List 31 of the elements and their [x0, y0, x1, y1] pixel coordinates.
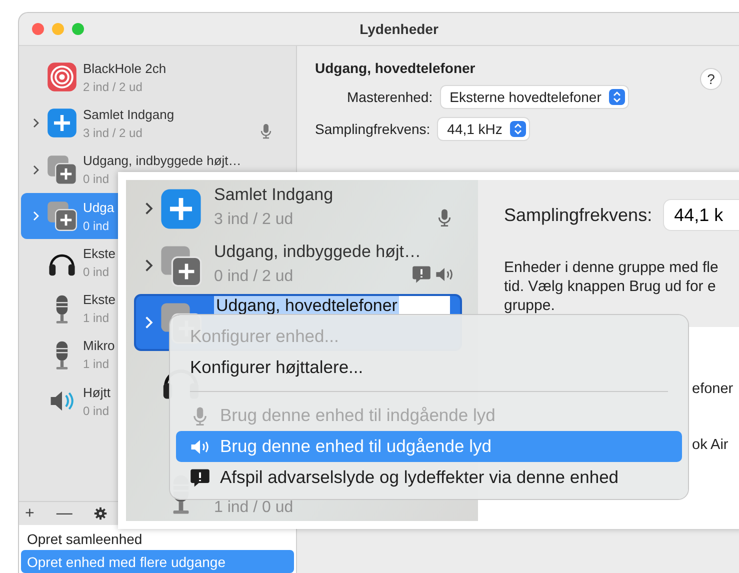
field-label: Samplingfrekvens: — [504, 204, 652, 226]
channel-count: 3 ind / 2 ud — [214, 211, 294, 229]
device-name: Udga — [83, 200, 114, 215]
channel-count: 0 ind / 2 ud — [214, 268, 294, 286]
device-name: BlackHole 2ch — [83, 60, 166, 76]
window-title: Lydenheder — [358, 21, 438, 37]
table-cell: ok Air — [692, 437, 728, 453]
device-name: Samlet Indgang — [214, 185, 334, 205]
field-label: Samplingfrekvens: — [315, 121, 430, 137]
channel-count: 0 ind — [83, 172, 110, 186]
channel-count: 1 ind — [83, 311, 110, 326]
channel-count: 1 ind / 0 ud — [214, 499, 294, 517]
channel-count: 0 ind — [83, 218, 110, 233]
device-name: Samlet Indgang — [83, 106, 174, 122]
field-label: Masterenhed: — [347, 89, 433, 105]
channel-count: 0 ind — [83, 404, 110, 418]
table-cell: efoner — [692, 381, 734, 397]
device-name: Udgang, indbyggede højt… — [214, 242, 421, 262]
description-text: gruppe. — [504, 296, 555, 315]
description-text: Enheder i denne gruppe med fle — [504, 258, 718, 277]
device-name: Udgang, indbyggede højt… — [83, 153, 242, 168]
channel-count: 3 ind / 2 ud — [83, 126, 142, 140]
device-title: Udgang, hovedtelefoner — [315, 60, 476, 76]
device-name: Mikro — [83, 338, 115, 354]
description-text: tid. Vælg knappen Brug ud for e — [504, 277, 716, 296]
channel-count: 0 ind — [83, 264, 110, 279]
device-name: Ekste — [83, 292, 116, 308]
channel-count: 2 ind / 2 ud — [83, 80, 142, 94]
channel-count: 1 ind — [83, 357, 110, 372]
device-name: Ekste — [83, 246, 116, 261]
device-name: Højtt — [83, 384, 110, 400]
